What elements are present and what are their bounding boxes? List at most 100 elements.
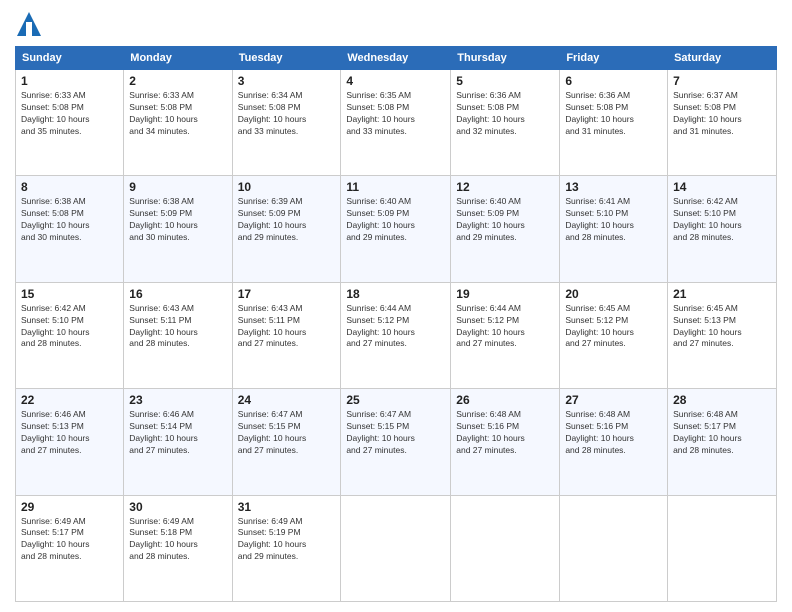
day-number: 17 <box>238 287 336 301</box>
day-info: Sunrise: 6:46 AM Sunset: 5:13 PM Dayligh… <box>21 409 118 457</box>
day-number: 31 <box>238 500 336 514</box>
day-cell-23: 23 Sunrise: 6:46 AM Sunset: 5:14 PM Dayli… <box>124 389 232 495</box>
day-number: 4 <box>346 74 445 88</box>
day-info: Sunrise: 6:42 AM Sunset: 5:10 PM Dayligh… <box>673 196 771 244</box>
day-number: 2 <box>129 74 226 88</box>
day-number: 15 <box>21 287 118 301</box>
day-cell-3: 3 Sunrise: 6:34 AM Sunset: 5:08 PM Daylig… <box>232 70 341 176</box>
empty-cell <box>560 495 668 601</box>
day-cell-26: 26 Sunrise: 6:48 AM Sunset: 5:16 PM Dayli… <box>451 389 560 495</box>
day-number: 6 <box>565 74 662 88</box>
day-info: Sunrise: 6:35 AM Sunset: 5:08 PM Dayligh… <box>346 90 445 138</box>
week-row-4: 22 Sunrise: 6:46 AM Sunset: 5:13 PM Dayli… <box>16 389 777 495</box>
day-info: Sunrise: 6:45 AM Sunset: 5:13 PM Dayligh… <box>673 303 771 351</box>
day-number: 27 <box>565 393 662 407</box>
day-cell-10: 10 Sunrise: 6:39 AM Sunset: 5:09 PM Dayli… <box>232 176 341 282</box>
day-number: 5 <box>456 74 554 88</box>
day-info: Sunrise: 6:36 AM Sunset: 5:08 PM Dayligh… <box>565 90 662 138</box>
day-cell-16: 16 Sunrise: 6:43 AM Sunset: 5:11 PM Dayli… <box>124 282 232 388</box>
day-info: Sunrise: 6:33 AM Sunset: 5:08 PM Dayligh… <box>21 90 118 138</box>
day-number: 1 <box>21 74 118 88</box>
weekday-header-tuesday: Tuesday <box>232 47 341 70</box>
day-number: 24 <box>238 393 336 407</box>
day-number: 26 <box>456 393 554 407</box>
day-cell-19: 19 Sunrise: 6:44 AM Sunset: 5:12 PM Dayli… <box>451 282 560 388</box>
day-number: 16 <box>129 287 226 301</box>
day-info: Sunrise: 6:38 AM Sunset: 5:09 PM Dayligh… <box>129 196 226 244</box>
day-cell-13: 13 Sunrise: 6:41 AM Sunset: 5:10 PM Dayli… <box>560 176 668 282</box>
day-info: Sunrise: 6:43 AM Sunset: 5:11 PM Dayligh… <box>238 303 336 351</box>
week-row-1: 1 Sunrise: 6:33 AM Sunset: 5:08 PM Daylig… <box>16 70 777 176</box>
day-number: 28 <box>673 393 771 407</box>
day-cell-2: 2 Sunrise: 6:33 AM Sunset: 5:08 PM Daylig… <box>124 70 232 176</box>
day-cell-9: 9Sunrise: 6:38 AM Sunset: 5:09 PM Daylig… <box>124 176 232 282</box>
weekday-header-row: SundayMondayTuesdayWednesdayThursdayFrid… <box>16 47 777 70</box>
day-info: Sunrise: 6:41 AM Sunset: 5:10 PM Dayligh… <box>565 196 662 244</box>
day-info: Sunrise: 6:48 AM Sunset: 5:17 PM Dayligh… <box>673 409 771 457</box>
day-info: Sunrise: 6:48 AM Sunset: 5:16 PM Dayligh… <box>565 409 662 457</box>
day-info: Sunrise: 6:49 AM Sunset: 5:17 PM Dayligh… <box>21 516 118 564</box>
day-number: 7 <box>673 74 771 88</box>
day-info: Sunrise: 6:44 AM Sunset: 5:12 PM Dayligh… <box>346 303 445 351</box>
day-info: Sunrise: 6:47 AM Sunset: 5:15 PM Dayligh… <box>346 409 445 457</box>
day-number: 3 <box>238 74 336 88</box>
day-info: Sunrise: 6:46 AM Sunset: 5:14 PM Dayligh… <box>129 409 226 457</box>
day-cell-30: 30Sunrise: 6:49 AM Sunset: 5:18 PM Dayli… <box>124 495 232 601</box>
empty-cell <box>451 495 560 601</box>
day-number: 18 <box>346 287 445 301</box>
weekday-header-saturday: Saturday <box>668 47 777 70</box>
day-cell-31: 31 Sunrise: 6:49 AM Sunset: 5:19 PM Dayli… <box>232 495 341 601</box>
day-info: Sunrise: 6:34 AM Sunset: 5:08 PM Dayligh… <box>238 90 336 138</box>
day-number: 10 <box>238 180 336 194</box>
day-info: Sunrise: 6:48 AM Sunset: 5:16 PM Dayligh… <box>456 409 554 457</box>
day-info: Sunrise: 6:37 AM Sunset: 5:08 PM Dayligh… <box>673 90 771 138</box>
day-cell-6: 6 Sunrise: 6:36 AM Sunset: 5:08 PM Daylig… <box>560 70 668 176</box>
day-cell-29: 29 Sunrise: 6:49 AM Sunset: 5:17 PM Dayli… <box>16 495 124 601</box>
day-number: 20 <box>565 287 662 301</box>
day-info: Sunrise: 6:44 AM Sunset: 5:12 PM Dayligh… <box>456 303 554 351</box>
day-info: Sunrise: 6:47 AM Sunset: 5:15 PM Dayligh… <box>238 409 336 457</box>
day-info: Sunrise: 6:36 AM Sunset: 5:08 PM Dayligh… <box>456 90 554 138</box>
calendar-table: SundayMondayTuesdayWednesdayThursdayFrid… <box>15 46 777 602</box>
day-cell-8: 8 Sunrise: 6:38 AM Sunset: 5:08 PM Daylig… <box>16 176 124 282</box>
page: SundayMondayTuesdayWednesdayThursdayFrid… <box>0 0 792 612</box>
day-number: 13 <box>565 180 662 194</box>
day-cell-25: 25 Sunrise: 6:47 AM Sunset: 5:15 PM Dayli… <box>341 389 451 495</box>
day-cell-1: 1 Sunrise: 6:33 AM Sunset: 5:08 PM Daylig… <box>16 70 124 176</box>
day-cell-24: 24 Sunrise: 6:47 AM Sunset: 5:15 PM Dayli… <box>232 389 341 495</box>
day-number: 12 <box>456 180 554 194</box>
day-info: Sunrise: 6:49 AM Sunset: 5:19 PM Dayligh… <box>238 516 336 564</box>
day-cell-21: 21 Sunrise: 6:45 AM Sunset: 5:13 PM Dayli… <box>668 282 777 388</box>
day-info: Sunrise: 6:38 AM Sunset: 5:08 PM Dayligh… <box>21 196 118 244</box>
day-info: Sunrise: 6:43 AM Sunset: 5:11 PM Dayligh… <box>129 303 226 351</box>
day-cell-5: 5 Sunrise: 6:36 AM Sunset: 5:08 PM Daylig… <box>451 70 560 176</box>
day-number: 14 <box>673 180 771 194</box>
day-cell-14: 14 Sunrise: 6:42 AM Sunset: 5:10 PM Dayli… <box>668 176 777 282</box>
day-number: 25 <box>346 393 445 407</box>
weekday-header-thursday: Thursday <box>451 47 560 70</box>
day-cell-18: 18 Sunrise: 6:44 AM Sunset: 5:12 PM Dayli… <box>341 282 451 388</box>
empty-cell <box>341 495 451 601</box>
day-number: 22 <box>21 393 118 407</box>
day-number: 21 <box>673 287 771 301</box>
day-cell-12: 12 Sunrise: 6:40 AM Sunset: 5:09 PM Dayli… <box>451 176 560 282</box>
day-number: 23 <box>129 393 226 407</box>
day-cell-11: 11 Sunrise: 6:40 AM Sunset: 5:09 PM Dayli… <box>341 176 451 282</box>
logo <box>15 10 47 38</box>
day-info: Sunrise: 6:49 AM Sunset: 5:18 PM Dayligh… <box>129 516 226 564</box>
day-number: 11 <box>346 180 445 194</box>
day-number: 29 <box>21 500 118 514</box>
weekday-header-monday: Monday <box>124 47 232 70</box>
day-number: 19 <box>456 287 554 301</box>
empty-cell <box>668 495 777 601</box>
day-cell-20: 20Sunrise: 6:45 AM Sunset: 5:12 PM Dayli… <box>560 282 668 388</box>
header <box>15 10 777 38</box>
day-info: Sunrise: 6:40 AM Sunset: 5:09 PM Dayligh… <box>456 196 554 244</box>
day-number: 8 <box>21 180 118 194</box>
week-row-5: 29 Sunrise: 6:49 AM Sunset: 5:17 PM Dayli… <box>16 495 777 601</box>
weekday-header-friday: Friday <box>560 47 668 70</box>
day-info: Sunrise: 6:39 AM Sunset: 5:09 PM Dayligh… <box>238 196 336 244</box>
day-cell-17: 17 Sunrise: 6:43 AM Sunset: 5:11 PM Dayli… <box>232 282 341 388</box>
day-info: Sunrise: 6:33 AM Sunset: 5:08 PM Dayligh… <box>129 90 226 138</box>
day-info: Sunrise: 6:40 AM Sunset: 5:09 PM Dayligh… <box>346 196 445 244</box>
